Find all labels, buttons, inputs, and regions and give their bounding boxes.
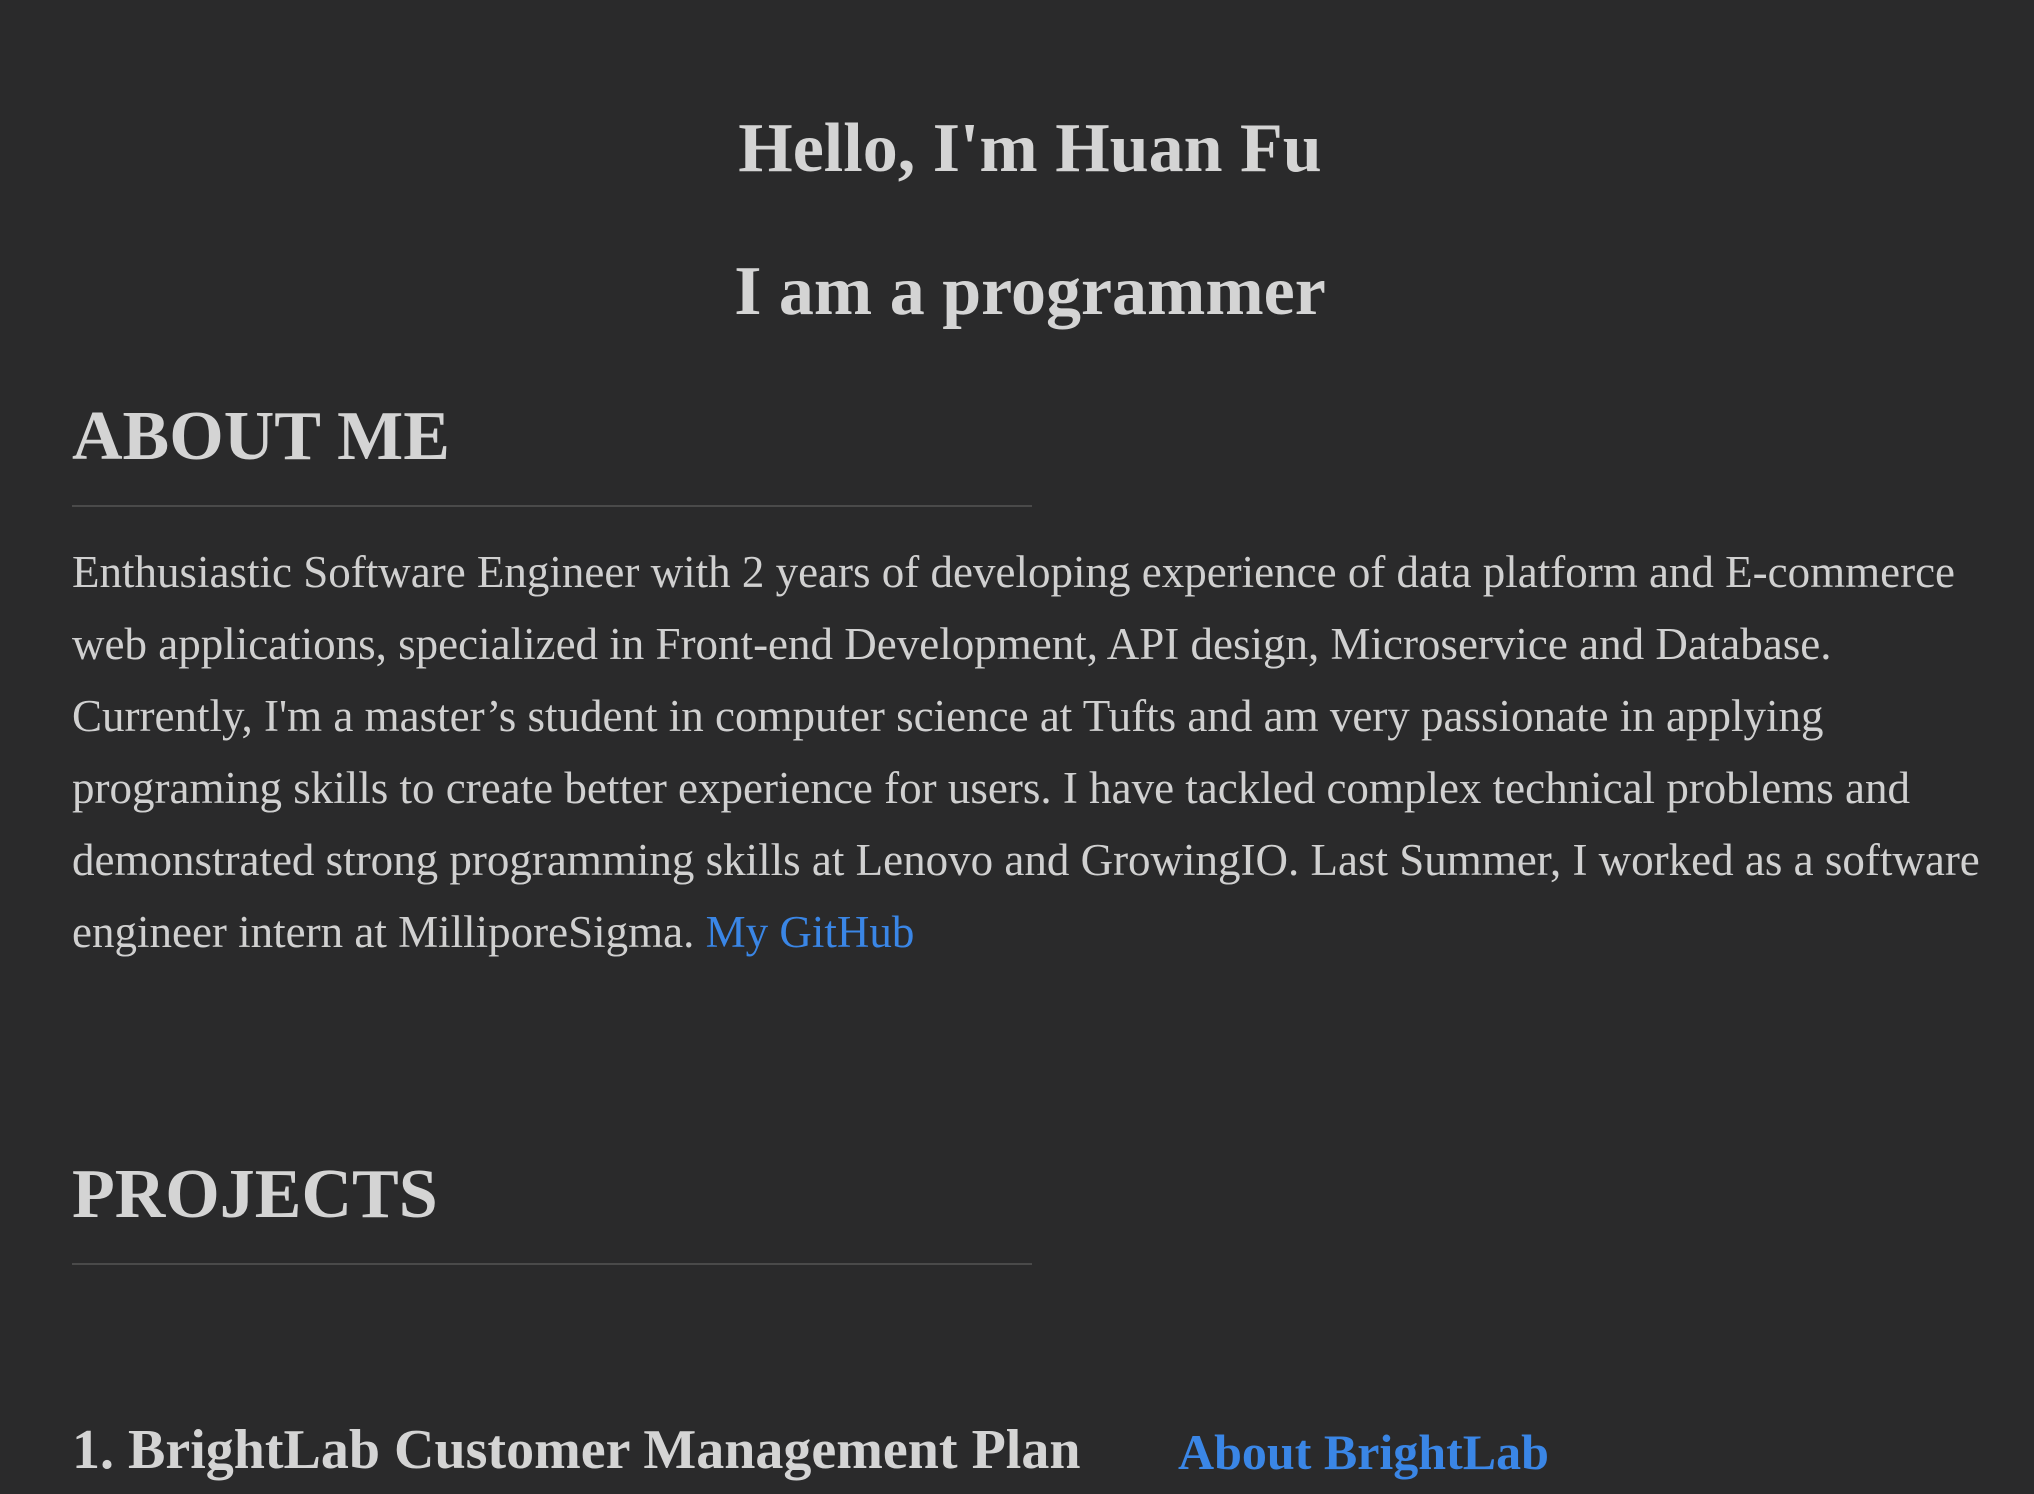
- role-heading: I am a programmer: [734, 253, 1326, 330]
- projects-heading: PROJECTS: [72, 1156, 438, 1233]
- project-item: 1. BrightLab Customer Management Plan Ab…: [72, 1420, 1972, 1490]
- github-link[interactable]: My GitHub: [706, 907, 915, 957]
- projects-divider: [72, 1263, 1032, 1265]
- project-title: 1. BrightLab Customer Management Plan: [72, 1419, 1081, 1481]
- about-divider: [72, 505, 1032, 507]
- about-heading: ABOUT ME: [72, 398, 450, 475]
- project-about-link[interactable]: About BrightLab: [1178, 1422, 1549, 1482]
- greeting-heading: Hello, I'm Huan Fu: [738, 110, 1322, 187]
- about-paragraph: Enthusiastic Software Engineer with 2 ye…: [72, 536, 1992, 968]
- about-text: Enthusiastic Software Engineer with 2 ye…: [72, 547, 1980, 957]
- portfolio-page: Hello, I'm Huan Fu I am a programmer ABO…: [0, 0, 2034, 1494]
